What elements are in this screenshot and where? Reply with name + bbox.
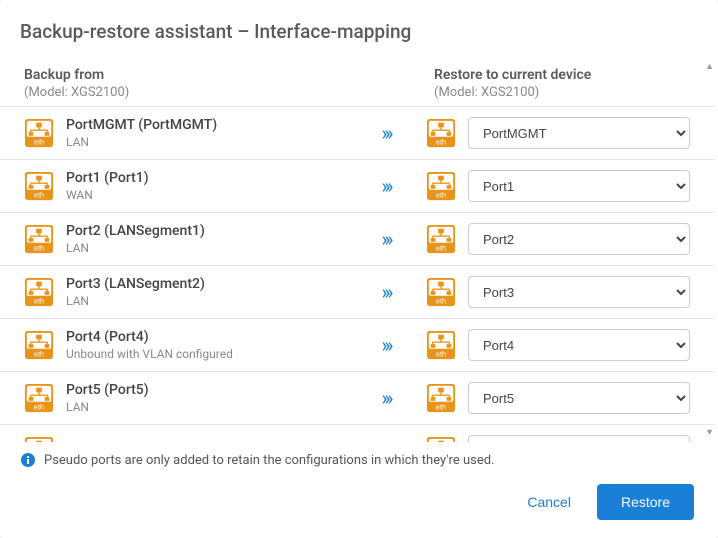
restore-port-select[interactable]: Port1 [468, 170, 690, 202]
backup-port-name: Port2 (LANSegment1) [66, 223, 346, 239]
eth-port-icon: eth [426, 224, 456, 254]
backup-port-sub: LAN [66, 294, 346, 308]
backup-port-name: Port1 (Port1) [66, 170, 346, 186]
svg-text:eth: eth [436, 190, 446, 199]
backup-port-info: Port2 (LANSegment1) LAN [66, 223, 346, 255]
arrow-col: ››› [346, 439, 426, 442]
svg-text:eth: eth [34, 190, 44, 199]
restore-port-select[interactable]: Port3 [468, 276, 690, 308]
backup-port-sub: LAN [66, 241, 346, 255]
eth-port-icon: eth [24, 224, 54, 254]
backup-port-name: Port3 (LANSegment2) [66, 276, 346, 292]
restore-port-select[interactable]: Port4 [468, 329, 690, 361]
column-headers: Backup from (Model: XGS2100) Restore to … [0, 57, 718, 106]
svg-text:eth: eth [34, 349, 44, 358]
svg-text:eth: eth [34, 243, 44, 252]
svg-text:eth: eth [436, 349, 446, 358]
restore-port-select[interactable]: PortMGMT [468, 117, 690, 149]
eth-port-icon: eth [24, 436, 54, 442]
arrow-col: ››› [346, 121, 426, 145]
backup-port-info: Port1 (Port1) WAN [66, 170, 346, 202]
map-arrow-icon: ››› [381, 174, 390, 198]
backup-port-sub: WAN [66, 188, 346, 202]
info-icon [20, 452, 36, 468]
backup-port-name: Port5 (Port5) [66, 382, 346, 398]
restore-to-model: (Model: XGS2100) [434, 85, 694, 100]
backup-port-info: Port3 (LANSegment2) LAN [66, 276, 346, 308]
eth-port-icon: eth [24, 383, 54, 413]
arrow-col: ››› [346, 174, 426, 198]
dialog-title: Backup-restore assistant – Interface-map… [0, 0, 718, 57]
svg-text:eth: eth [34, 402, 44, 411]
backup-port-name: PortMGMT (PortMGMT) [66, 117, 346, 133]
restore-port-select[interactable]: Port5 [468, 382, 690, 414]
svg-text:eth: eth [34, 137, 44, 146]
map-arrow-icon: ››› [381, 439, 390, 442]
eth-port-icon: eth [426, 277, 456, 307]
backup-port-sub: LAN [66, 400, 346, 414]
backup-port-sub: LAN [66, 135, 346, 149]
arrow-col: ››› [346, 333, 426, 357]
info-bar: Pseudo ports are only added to retain th… [0, 442, 718, 478]
mapping-row: eth Port6 (Port6) ››› eth Port6 [0, 424, 714, 442]
map-arrow-icon: ››› [381, 333, 390, 357]
map-arrow-icon: ››› [381, 386, 390, 410]
restore-to-header: Restore to current device (Model: XGS210… [434, 67, 694, 100]
mapping-row: eth Port1 (Port1) WAN ››› eth Port1 [0, 159, 714, 212]
mapping-list[interactable]: eth PortMGMT (PortMGMT) LAN ››› eth Port… [0, 106, 718, 442]
backup-port-sub: Unbound with VLAN configured [66, 347, 346, 361]
backup-from-model: (Model: XGS2100) [24, 85, 354, 100]
eth-port-icon: eth [426, 383, 456, 413]
backup-port-name: Port4 (Port4) [66, 329, 346, 345]
eth-port-icon: eth [426, 171, 456, 201]
mapping-row: eth Port3 (LANSegment2) LAN ››› eth Port… [0, 265, 714, 318]
button-bar: Cancel Restore [0, 478, 718, 538]
eth-port-icon: eth [426, 330, 456, 360]
cancel-button[interactable]: Cancel [515, 486, 583, 518]
backup-port-info: PortMGMT (PortMGMT) LAN [66, 117, 346, 149]
mapping-row: eth Port5 (Port5) LAN ››› eth Port5 [0, 371, 714, 424]
restore-to-title: Restore to current device [434, 67, 694, 83]
eth-port-icon: eth [24, 118, 54, 148]
eth-port-icon: eth [24, 330, 54, 360]
backup-port-info: Port4 (Port4) Unbound with VLAN configur… [66, 329, 346, 361]
svg-text:eth: eth [436, 243, 446, 252]
eth-port-icon: eth [426, 436, 456, 442]
eth-port-icon: eth [426, 118, 456, 148]
restore-button[interactable]: Restore [597, 484, 694, 520]
map-arrow-icon: ››› [381, 227, 390, 251]
interface-mapping-dialog: Backup-restore assistant – Interface-map… [0, 0, 718, 538]
arrow-col: ››› [346, 386, 426, 410]
arrow-col: ››› [346, 280, 426, 304]
backup-from-title: Backup from [24, 67, 354, 83]
eth-port-icon: eth [24, 171, 54, 201]
restore-port-select[interactable]: Port6 [468, 435, 690, 442]
mapping-row: eth Port2 (LANSegment1) LAN ››› eth Port… [0, 212, 714, 265]
map-arrow-icon: ››› [381, 280, 390, 304]
eth-port-icon: eth [24, 277, 54, 307]
svg-text:eth: eth [34, 296, 44, 305]
svg-text:eth: eth [436, 296, 446, 305]
backup-port-info: Port5 (Port5) LAN [66, 382, 346, 414]
restore-port-select[interactable]: Port2 [468, 223, 690, 255]
arrow-col: ››› [346, 227, 426, 251]
info-text: Pseudo ports are only added to retain th… [44, 453, 494, 468]
mapping-row: eth PortMGMT (PortMGMT) LAN ››› eth Port… [0, 106, 714, 159]
mapping-row: eth Port4 (Port4) Unbound with VLAN conf… [0, 318, 714, 371]
svg-text:eth: eth [436, 137, 446, 146]
svg-text:eth: eth [436, 402, 446, 411]
backup-from-header: Backup from (Model: XGS2100) [24, 67, 354, 100]
map-arrow-icon: ››› [381, 121, 390, 145]
